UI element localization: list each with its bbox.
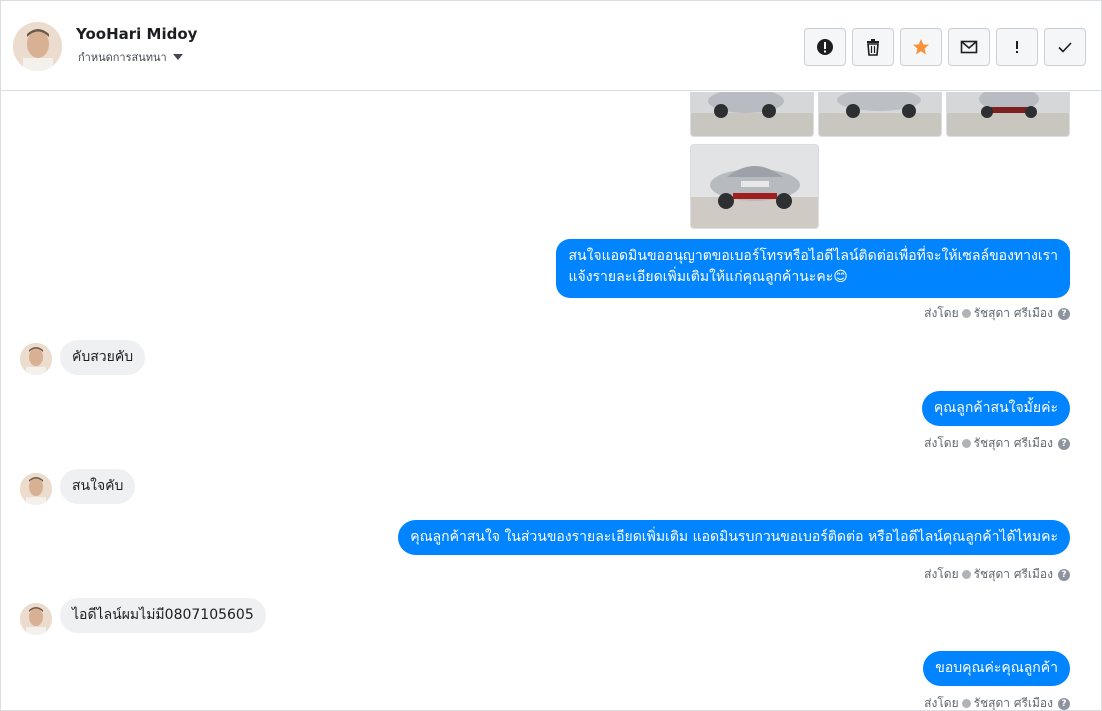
sent-by-line: ส่งโดย รัชสุดา ศรีเมือง ? — [924, 304, 1070, 323]
trash-icon — [867, 39, 879, 56]
car-photo[interactable] — [818, 92, 942, 137]
agent-status-icon — [961, 439, 971, 448]
help-icon[interactable]: ? — [1058, 697, 1070, 710]
alert-button[interactable] — [804, 28, 846, 66]
sent-by-label: ส่งโดย — [924, 696, 959, 710]
sent-by-line: ส่งโดย รัชสุดา ศรีเมือง ? — [924, 694, 1070, 710]
contact-name: YooHari Midoy — [76, 25, 198, 43]
outgoing-message[interactable]: สนใจแอดมินขออนุญาตขอเบอร์โทรหรือไอดีไลน์… — [556, 239, 1070, 298]
car-photo[interactable] — [690, 144, 819, 229]
done-button[interactable] — [1044, 28, 1086, 66]
agent-name: รัชสุดา ศรีเมือง — [973, 696, 1053, 710]
contact-avatar[interactable] — [20, 603, 52, 635]
outgoing-message[interactable]: ขอบคุณค่ะคุณลูกค้า — [923, 651, 1070, 686]
agent-status-icon — [961, 570, 971, 579]
message-thread[interactable]: สนใจแอดมินขออนุญาตขอเบอร์โทรหรือไอดีไลน์… — [1, 92, 1101, 710]
sent-by-line: ส่งโดย รัชสุดา ศรีเมือง ? — [924, 565, 1070, 584]
agent-status-icon — [961, 699, 971, 708]
help-icon[interactable]: ? — [1058, 437, 1070, 450]
contact-avatar[interactable] — [13, 22, 62, 71]
sent-by-line: ส่งโดย รัชสุดา ศรีเมือง ? — [924, 434, 1070, 453]
sent-by-label: ส่งโดย — [924, 567, 959, 581]
exclamation-icon — [1016, 41, 1018, 53]
message-text: สนใจแอดมินขออนุญาตขอเบอร์โทรหรือไอดีไลน์… — [568, 248, 1058, 264]
conversation-header: YooHari Midoy กำหนดการสนทนา — [1, 1, 1101, 91]
exclamation-circle-icon — [817, 39, 833, 55]
star-icon — [913, 39, 929, 55]
car-photo[interactable] — [946, 92, 1070, 137]
agent-name: รัชสุดา ศรีเมือง — [973, 436, 1053, 450]
outgoing-message[interactable]: คุณลูกค้าสนใจมั้ยค่ะ — [921, 391, 1070, 426]
delete-button[interactable] — [852, 28, 894, 66]
sent-by-label: ส่งโดย — [924, 436, 959, 450]
star-button[interactable] — [900, 28, 942, 66]
conversation-schedule-dropdown[interactable]: กำหนดการสนทนา — [78, 48, 183, 66]
agent-name: รัชสุดา ศรีเมือง — [973, 306, 1053, 320]
chat-window: YooHari Midoy กำหนดการสนทนา สนใจแอดมินขอ… — [0, 0, 1102, 711]
contact-avatar[interactable] — [20, 343, 52, 375]
caret-down-icon — [172, 54, 183, 60]
incoming-message[interactable]: คับสวยคับ — [60, 340, 146, 375]
important-button[interactable] — [996, 28, 1038, 66]
agent-name: รัชสุดา ศรีเมือง — [973, 567, 1053, 581]
envelope-icon — [960, 40, 978, 54]
help-icon[interactable]: ? — [1058, 307, 1070, 320]
sent-by-label: ส่งโดย — [924, 306, 959, 320]
outgoing-message[interactable]: คุณลูกค้าสนใจ ในส่วนของรายละเอียดเพิ่มเต… — [398, 520, 1070, 555]
agent-status-icon — [961, 309, 971, 318]
incoming-message[interactable]: ไอดีไลน์ผมไม่มี0807105605 — [60, 598, 266, 633]
contact-avatar[interactable] — [20, 473, 52, 505]
mail-button[interactable] — [948, 28, 990, 66]
schedule-label: กำหนดการสนทนา — [78, 51, 167, 64]
message-text: แจ้งรายละเอียดเพิ่มเติมให้แก่คุณลูกค้านะ… — [568, 269, 848, 285]
incoming-message[interactable]: สนใจคับ — [60, 469, 136, 504]
car-photo[interactable] — [690, 92, 814, 137]
header-actions — [804, 28, 1086, 66]
help-icon[interactable]: ? — [1058, 568, 1070, 581]
checkmark-icon — [1058, 42, 1072, 53]
